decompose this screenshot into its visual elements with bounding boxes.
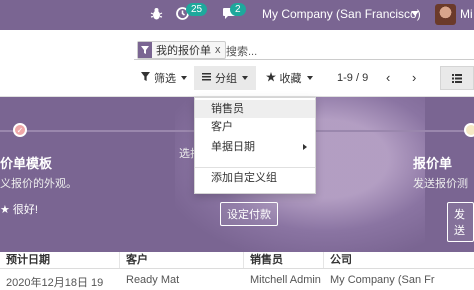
column-header-expected-date[interactable]: 预计日期 [0, 252, 120, 268]
chevron-down-icon [181, 76, 187, 80]
filters-label: 筛选 [154, 73, 176, 85]
chevron-down-icon [306, 76, 313, 80]
filter-icon [138, 42, 152, 58]
favorites-label: 收藏 [279, 73, 302, 85]
favorites-button[interactable]: 收藏 [258, 66, 320, 90]
star-icon [265, 71, 276, 85]
step-subtitle-left: 义报价的外观。 [0, 178, 77, 190]
pager-previous-button[interactable]: ‹ [386, 70, 390, 85]
group-by-button[interactable]: 分组 [194, 66, 256, 90]
avatar[interactable] [435, 4, 456, 25]
pager-next-button[interactable]: › [412, 70, 416, 85]
send-button[interactable]: 发送 [447, 202, 474, 242]
add-custom-group-option[interactable]: 添加自定义组 [195, 169, 315, 187]
search-bar[interactable]: 我的报价单 x 搜索... [134, 39, 474, 60]
list-view-button[interactable] [440, 66, 474, 90]
column-header-salesperson[interactable]: 销售员 [244, 252, 324, 268]
chevron-right-icon [303, 144, 307, 150]
cell-company[interactable]: My Company (San Fr [330, 274, 470, 286]
filters-button[interactable]: 筛选 [134, 66, 194, 90]
search-facet[interactable]: 我的报价单 x [137, 41, 226, 59]
group-by-option-order-date-label: 单据日期 [211, 141, 255, 153]
menu-divider [195, 167, 315, 168]
chevron-down-icon [242, 76, 248, 80]
column-header-customer[interactable]: 客户 [120, 252, 244, 268]
control-panel: 我的报价单 x 搜索... 筛选 分组 收藏 1-9 / 9 ‹ › [0, 30, 474, 97]
filter-icon [141, 72, 150, 84]
group-by-option-order-date[interactable]: 单据日期 [195, 138, 315, 156]
company-switcher[interactable]: My Company (San Francisco) [262, 7, 421, 21]
list-icon [202, 72, 211, 84]
step-title-send-quotation[interactable]: 报价单 [413, 153, 452, 172]
column-header-company[interactable]: 公司 [324, 252, 474, 268]
chevron-down-icon[interactable] [411, 11, 419, 16]
search-input[interactable]: 搜索... [226, 43, 257, 59]
set-payment-button[interactable]: 设定付款 [220, 202, 278, 226]
step-subtitle-right: 发送报价测 [413, 178, 468, 190]
pager-value[interactable]: 1-9 / 9 [337, 72, 368, 84]
group-by-menu: 销售员 客户 单据日期 添加自定义组 [194, 97, 316, 194]
step-done-label: ★ 很好! [0, 204, 38, 216]
facet-label: 我的报价单 [156, 45, 211, 57]
chat-count-badge: 2 [230, 3, 246, 16]
bug-icon[interactable] [150, 7, 163, 24]
group-by-option-customer[interactable]: 客户 [195, 118, 315, 136]
group-by-option-salesperson[interactable]: 销售员 [195, 100, 315, 118]
step-pending-icon [464, 123, 474, 137]
cell-customer[interactable]: Ready Mat [126, 274, 242, 286]
cell-salesperson[interactable]: Mitchell Admin [250, 274, 322, 286]
activity-count-badge: 25 [186, 3, 208, 16]
cell-expected-date[interactable]: 2020年12月18日 19 [6, 274, 118, 290]
top-navbar: 25 2 My Company (San Francisco) Mi [0, 0, 474, 30]
step-title-quotation-template[interactable]: 价单模板 [0, 153, 52, 172]
header-divider [0, 268, 474, 269]
list-view-icon [452, 73, 462, 83]
step-done-check-icon: ✓ [13, 123, 27, 137]
group-by-label: 分组 [215, 73, 237, 85]
facet-remove-icon[interactable]: x [215, 44, 225, 56]
quotations-table: 预计日期 客户 销售员 公司 2020年12月18日 19 Ready Mat … [0, 252, 474, 289]
user-name[interactable]: Mi [460, 7, 473, 21]
